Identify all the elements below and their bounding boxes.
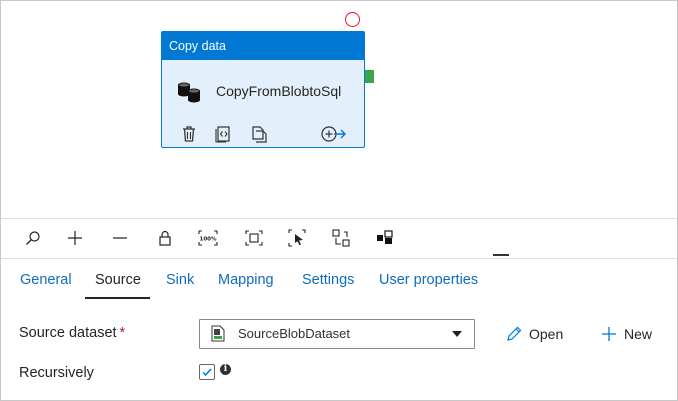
pipeline-canvas[interactable]: Copy data CopyFromBlobtoSql [1,1,677,217]
tab-sink[interactable]: Sink [166,272,194,288]
open-dataset-button[interactable]: Open [505,324,563,344]
tab-settings[interactable]: Settings [302,272,354,288]
layout-icon[interactable] [374,227,396,249]
success-output-port[interactable] [365,70,374,83]
auto-align-icon[interactable] [330,227,352,249]
copy-data-icon [178,82,200,103]
csv-file-icon [211,325,225,342]
activity-name: CopyFromBlobtoSql [216,83,342,99]
source-dataset-label: Source dataset * [19,325,126,341]
search-icon[interactable] [22,227,44,249]
zoom-out-icon[interactable] [109,227,131,249]
tab-user-properties[interactable]: User properties [379,272,478,288]
validation-error-icon[interactable] [345,12,360,27]
copy-data-activity[interactable]: Copy data CopyFromBlobtoSql [161,31,365,148]
panel-resize-handle[interactable] [493,254,509,256]
activity-body: CopyFromBlobtoSql [162,61,364,147]
lock-icon[interactable] [154,227,176,249]
info-icon[interactable]: i [220,364,231,375]
tab-mapping[interactable]: Mapping [218,272,274,288]
recursively-checkbox[interactable] [199,364,215,380]
chevron-down-icon [452,331,462,337]
view-code-icon[interactable] [215,125,231,143]
fit-to-screen-icon[interactable] [243,227,265,249]
add-output-icon[interactable] [320,125,348,143]
activity-type-label: Copy data [162,32,364,60]
new-dataset-button[interactable]: New [600,324,652,344]
active-tab-indicator [85,297,150,299]
pencil-icon [507,326,522,341]
zoom-100-label: 100% [200,237,217,243]
zoom-in-icon[interactable] [64,227,86,249]
select-pointer-icon[interactable] [286,227,308,249]
required-marker: * [119,325,126,341]
recursively-label: Recursively [19,365,94,381]
canvas-toolbar: 100% [1,218,677,257]
properties-tabs: General Source Sink Mapping Settings Use… [1,258,677,299]
source-dataset-dropdown[interactable]: SourceBlobDataset [199,319,475,349]
plus-icon [602,327,616,341]
tab-general[interactable]: General [20,272,72,288]
zoom-100-icon[interactable]: 100% [197,227,219,249]
checkmark-icon [202,368,212,377]
clone-icon[interactable] [251,125,267,143]
tab-source[interactable]: Source [95,272,141,288]
delete-icon[interactable] [181,125,197,143]
new-label: New [624,326,653,342]
open-label: Open [529,326,564,342]
source-dataset-value: SourceBlobDataset [238,326,351,341]
